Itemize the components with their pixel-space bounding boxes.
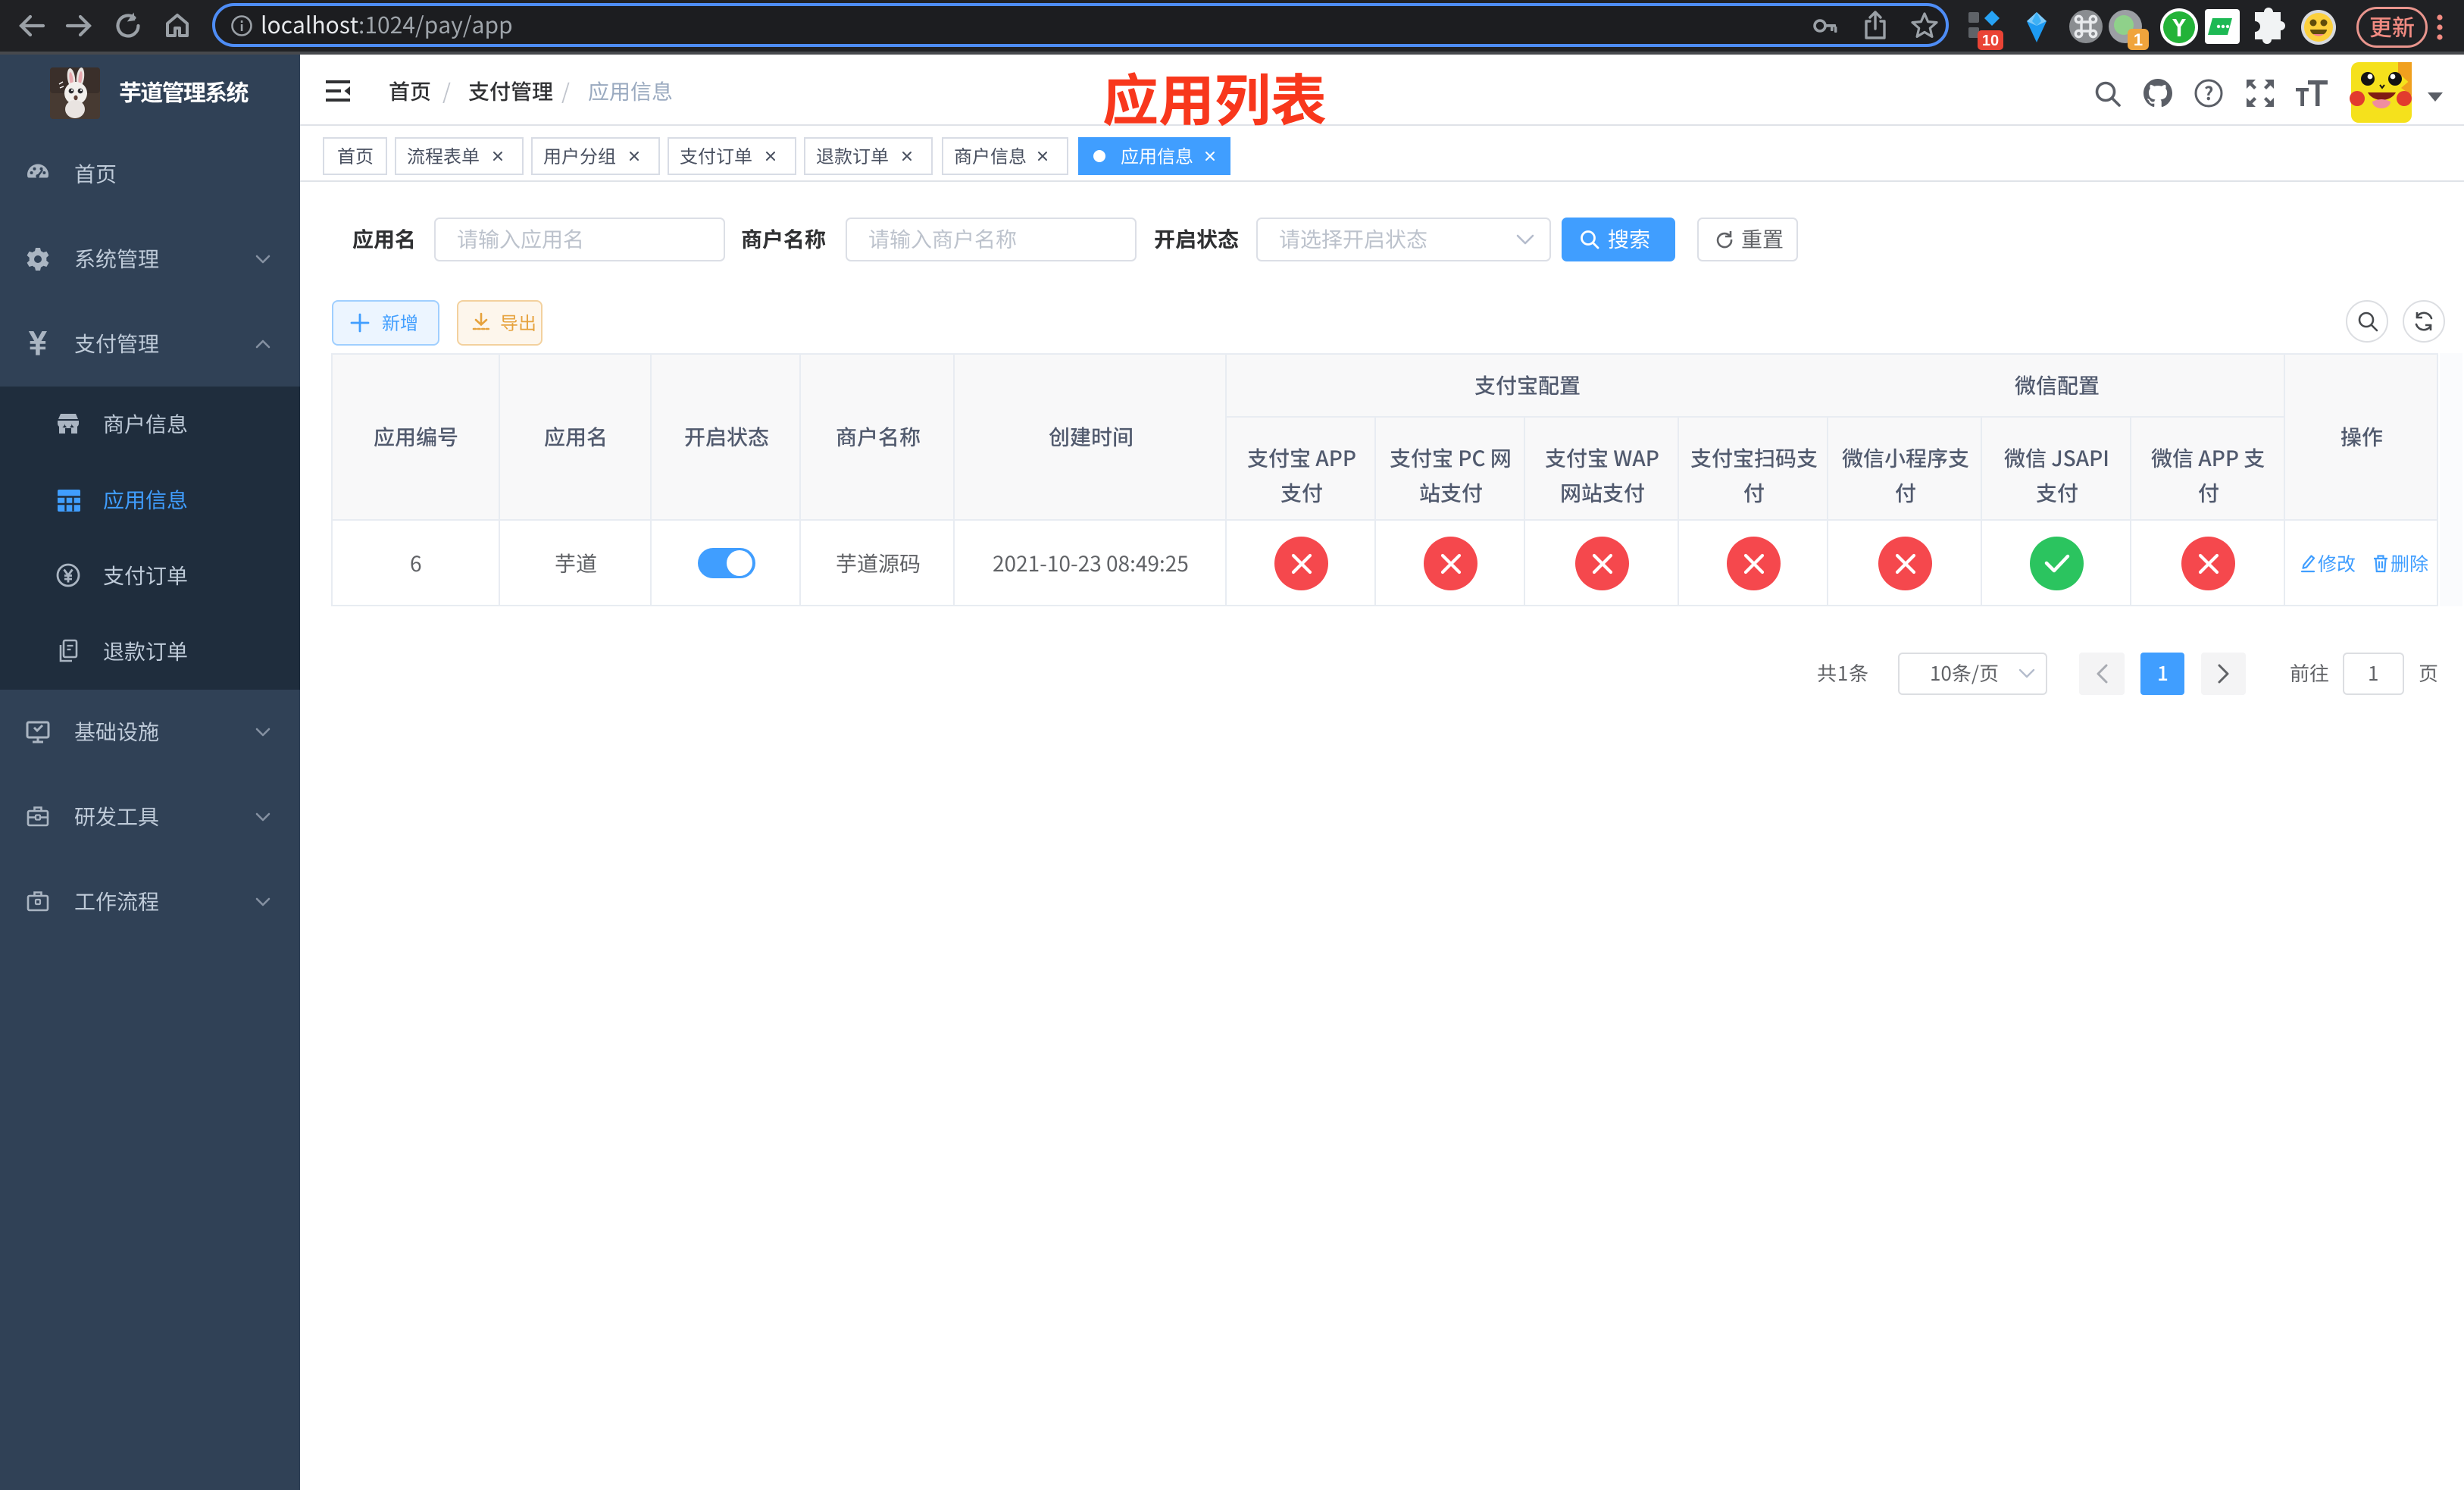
svg-text:10: 10: [1982, 33, 1999, 49]
svg-text:1: 1: [2134, 30, 2143, 49]
